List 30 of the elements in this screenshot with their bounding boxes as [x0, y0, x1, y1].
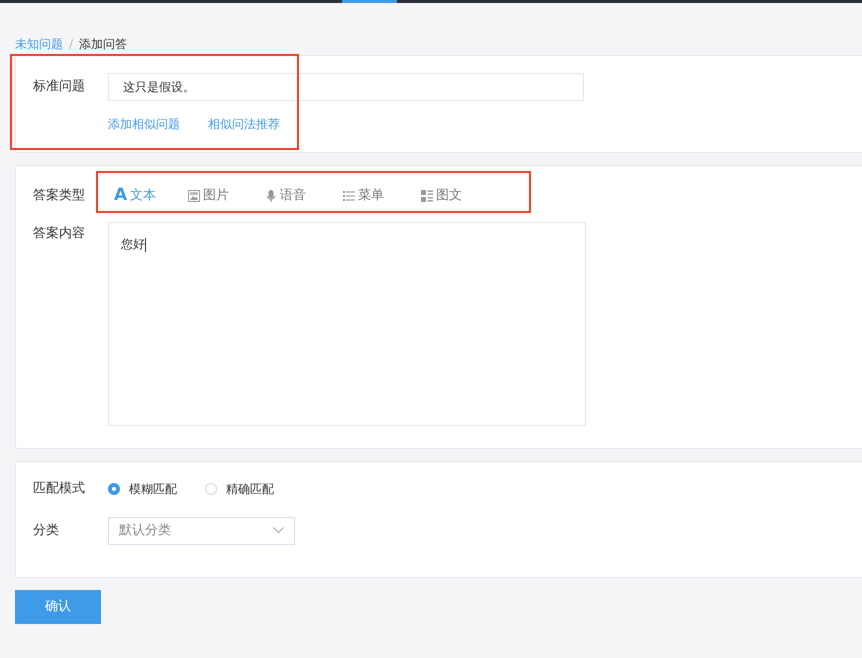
image-text-icon	[421, 190, 433, 202]
breadcrumb-item: 添加问答	[79, 36, 128, 53]
field-label: 标准问题	[33, 78, 86, 96]
field-label: 分类	[33, 522, 60, 540]
field-label: 匹配模式	[33, 480, 86, 498]
letter-icon: A	[114, 183, 128, 209]
chevron-down-icon	[273, 527, 284, 534]
link[interactable]: 相似问法推荐	[208, 115, 280, 133]
microphone-icon	[265, 190, 277, 202]
image-icon	[188, 190, 200, 202]
radio-option[interactable]: 精确匹配	[205, 480, 274, 498]
radio-option[interactable]: 模糊匹配	[108, 480, 177, 498]
field-label: 答案内容	[33, 225, 86, 243]
answer-type-tab[interactable]: A 文本	[114, 183, 188, 209]
answer-textarea[interactable]: 您好	[108, 222, 586, 426]
link[interactable]: 添加相似问题	[108, 115, 180, 133]
list-icon	[343, 190, 355, 202]
text-cursor	[145, 238, 146, 252]
answer-type-tab[interactable]: 语音	[265, 186, 343, 206]
active-indicator	[342, 0, 397, 3]
breadcrumb-item[interactable]: 未知问题	[15, 35, 63, 53]
radio-button[interactable]	[108, 482, 120, 495]
breadcrumb-separator: /	[69, 36, 74, 53]
answer-type-tab[interactable]: 图片	[188, 186, 265, 206]
category-select[interactable]: 默认分类	[108, 516, 295, 544]
answer-type-tab[interactable]: 图文	[421, 186, 462, 206]
question-field[interactable]: 这只是假设。	[108, 73, 584, 101]
confirm-button[interactable]: 确认	[15, 590, 101, 624]
field-label: 答案类型	[33, 187, 86, 206]
answer-type-tab[interactable]: 菜单	[343, 186, 421, 206]
